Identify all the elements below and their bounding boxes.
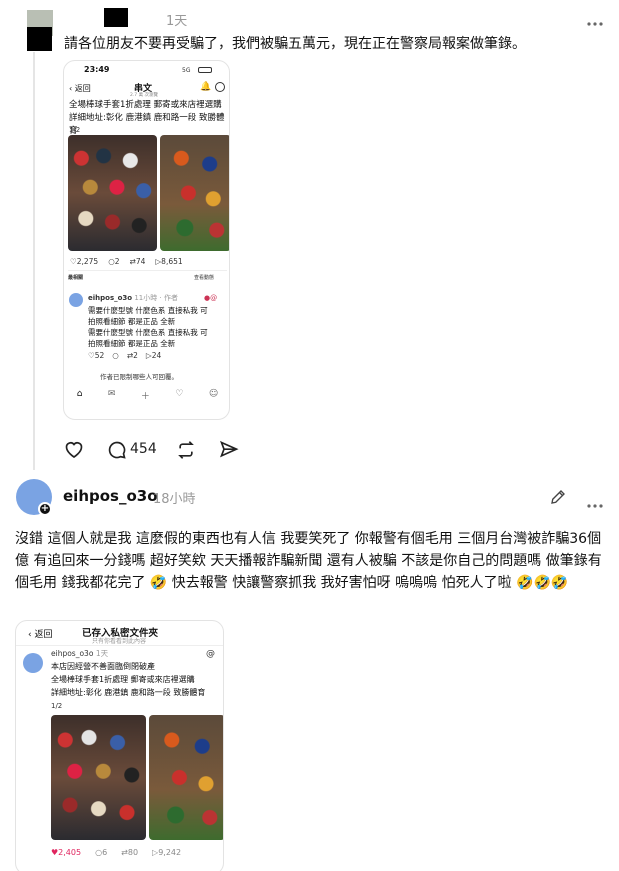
more-options-icon[interactable] bbox=[586, 12, 604, 31]
post-line-1: 本店因經營不善面臨倒閉破產 bbox=[51, 662, 155, 671]
comment-time: 1天 bbox=[166, 14, 188, 29]
divider bbox=[68, 270, 227, 271]
screenshot-thread-post[interactable]: 23:49 5G ‹ 返回 串文 2.7 萬 次瀏覽 🔔 全場棒球手套1折處理 … bbox=[63, 60, 230, 420]
post-stats: ♥2,405 ○6 ⇄80 ▷9,242 bbox=[51, 848, 181, 858]
reply-avatar[interactable] bbox=[69, 293, 83, 307]
post-image-gloves-1[interactable] bbox=[51, 715, 146, 840]
redacted-username bbox=[104, 8, 128, 27]
nav-subtitle: 2.7 萬 次瀏覽 bbox=[130, 93, 159, 98]
reply-like-count[interactable]: ♡52 bbox=[88, 351, 104, 361]
comment-count: 454 bbox=[130, 441, 157, 457]
page-indicator: 1/2 bbox=[51, 702, 63, 710]
share-icon[interactable] bbox=[219, 440, 239, 460]
like-count[interactable]: ♡2,275 bbox=[70, 257, 98, 267]
comment-count[interactable]: ○6 bbox=[95, 848, 107, 858]
post-stats: ♡2,275 ○2 ⇄74 ▷8,651 bbox=[70, 257, 183, 267]
reply-line-2: 拍照看細節 都是正品 全新 bbox=[88, 317, 176, 326]
home-icon[interactable]: ⌂ bbox=[77, 389, 83, 402]
bell-icon[interactable]: 🔔 bbox=[200, 82, 211, 92]
threads-logo-icon: @ bbox=[206, 649, 215, 659]
profile-icon[interactable]: ☺ bbox=[209, 389, 218, 402]
comment-text: 沒錯 這個人就是我 這麼假的東西也有人信 我要笑死了 你報警有個毛用 三個月台灣… bbox=[15, 531, 602, 591]
author-username[interactable]: eihpos_o3o bbox=[63, 487, 158, 505]
reply-line-3: 需要什麼型號 什麼色系 直接私我 可 bbox=[88, 328, 208, 337]
repost-count[interactable]: ⇄74 bbox=[130, 257, 146, 267]
repost-icon[interactable] bbox=[176, 440, 196, 460]
more-options-icon[interactable] bbox=[586, 494, 604, 513]
activity-icon[interactable]: ♡ bbox=[175, 389, 183, 402]
thread-line bbox=[33, 52, 35, 470]
sort-label[interactable]: 最相關 bbox=[68, 273, 83, 283]
share-count[interactable]: ▷9,242 bbox=[152, 848, 181, 858]
post-line-1: 全場棒球手套1折處理 郵寄或來店裡選購 bbox=[69, 100, 222, 110]
menu-icon[interactable] bbox=[215, 82, 225, 92]
reply-badge-icon: ●@ bbox=[204, 294, 218, 302]
post-image-gloves-2[interactable] bbox=[160, 135, 229, 251]
back-button[interactable]: ‹ 返回 bbox=[69, 83, 91, 94]
reply-repost-count[interactable]: ⇄2 bbox=[127, 351, 138, 361]
reply-header: eihpos_o3o 11小時 · 作者 bbox=[88, 294, 178, 302]
phone-tab-bar: ⌂ ✉ ＋ ♡ ☺ bbox=[64, 389, 229, 402]
repost-count[interactable]: ⇄80 bbox=[121, 848, 138, 858]
nav-subtitle: 只有你看看到此內容 bbox=[92, 638, 147, 645]
comment-icon[interactable] bbox=[107, 440, 127, 460]
status-net: 5G bbox=[182, 67, 191, 74]
activity-link[interactable]: 查看動態 bbox=[194, 273, 214, 283]
reply-stats: ♡52 ○ ⇄2 ▷24 bbox=[88, 351, 161, 361]
screenshot-saved-post[interactable]: ‹ 返回 已存入私密文件夾 只有你看看到此內容 eihpos_o3o 1天 @ … bbox=[15, 620, 224, 871]
back-button[interactable]: ‹ 返回 bbox=[28, 627, 52, 640]
reply-line-1: 需要什麼型號 什麼色系 直接私我 可 bbox=[88, 306, 208, 315]
like-icon[interactable] bbox=[64, 440, 84, 459]
share-count[interactable]: ▷8,651 bbox=[155, 257, 182, 267]
divider bbox=[16, 645, 223, 646]
reply-comment-icon[interactable]: ○ bbox=[112, 351, 119, 361]
comment-text: 請各位朋友不要再受騙了，我們被騙五萬元，現在正在警察局報案做筆錄。 bbox=[64, 36, 526, 52]
restricted-note: 作者已限制哪些人可回覆。 bbox=[100, 373, 178, 381]
reply-line-4: 拍照看細節 都是正品 全新 bbox=[88, 339, 176, 348]
post-image-gloves-1[interactable] bbox=[68, 135, 157, 251]
post-image-gloves-2[interactable] bbox=[149, 715, 223, 840]
comment-count[interactable]: ○2 bbox=[108, 257, 119, 267]
battery-icon bbox=[198, 67, 212, 73]
redacted-avatar-block bbox=[27, 27, 52, 51]
follow-plus-icon[interactable]: + bbox=[38, 502, 52, 516]
post-avatar[interactable] bbox=[23, 653, 43, 673]
edit-pencil-icon[interactable] bbox=[549, 488, 567, 506]
inbox-icon[interactable]: ✉ bbox=[108, 389, 116, 402]
post-line-3: 詳細地址:彰化 鹿港鎮 鹿和路一段 致勝體育 bbox=[51, 688, 206, 697]
post-header: eihpos_o3o 1天 bbox=[51, 649, 109, 658]
status-time: 23:49 bbox=[84, 65, 110, 74]
new-post-icon[interactable]: ＋ bbox=[141, 389, 150, 402]
comment-time: 18小時 bbox=[153, 492, 196, 507]
reply-share-count[interactable]: ▷24 bbox=[146, 351, 161, 361]
post-line-2: 全場棒球手套1折處理 郵寄或來店裡選購 bbox=[51, 675, 195, 684]
page-indicator: 1/2 bbox=[69, 126, 81, 134]
like-count[interactable]: ♥2,405 bbox=[51, 848, 81, 858]
